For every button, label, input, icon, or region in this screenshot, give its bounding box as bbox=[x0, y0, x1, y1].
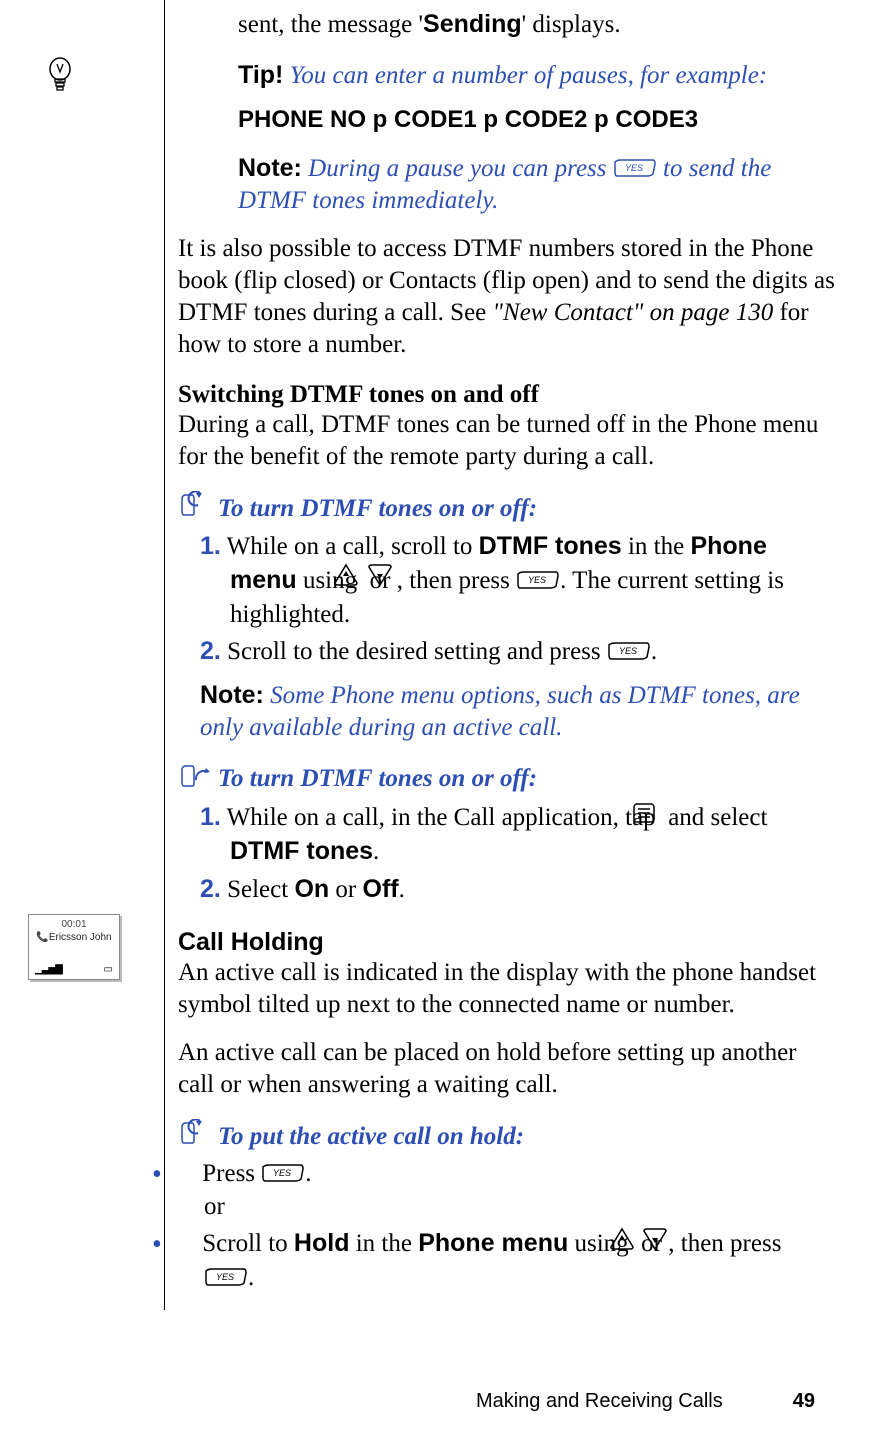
yes-button-icon: YES bbox=[613, 158, 657, 178]
signal-icon: ▁▃▅▇ bbox=[35, 964, 62, 975]
procedure-2-steps: 1. While on a call, in the Call applicat… bbox=[200, 801, 838, 907]
svg-text:YES: YES bbox=[625, 163, 643, 173]
section-call-holding: Call Holding bbox=[178, 928, 838, 957]
lightbulb-icon bbox=[46, 56, 74, 99]
procedure-3-heading: To put the active call on hold: bbox=[178, 1119, 838, 1154]
page-footer: Making and Receiving Calls 49 bbox=[0, 1390, 873, 1413]
paragraph-phonebook: It is also possible to access DTMF numbe… bbox=[178, 233, 838, 361]
svg-text:YES: YES bbox=[619, 646, 637, 656]
svg-text:YES: YES bbox=[273, 1168, 291, 1178]
yes-button-icon: YES bbox=[261, 1163, 305, 1183]
call-holding-p1: An active call is indicated in the displ… bbox=[178, 957, 838, 1021]
battery-icon: ▭ bbox=[104, 964, 113, 975]
call-holding-p2: An active call can be placed on hold bef… bbox=[178, 1037, 838, 1101]
note-1: Note: During a pause you can press YES t… bbox=[238, 152, 838, 217]
flip-closed-icon bbox=[178, 491, 212, 526]
footer-title: Making and Receiving Calls bbox=[476, 1390, 723, 1412]
note-2: Note: Some Phone menu options, such as D… bbox=[200, 679, 838, 744]
flip-closed-icon bbox=[178, 1119, 212, 1154]
subheading-switching: Switching DTMF tones on and off bbox=[178, 381, 838, 409]
yes-button-icon: YES bbox=[607, 641, 651, 661]
intro-line: sent, the message 'Sending' displays. bbox=[238, 8, 838, 41]
tip-block: Tip! You can enter a number of pauses, f… bbox=[238, 59, 838, 92]
main-content: sent, the message 'Sending' displays. Ti… bbox=[178, 8, 838, 1295]
subheading-body: During a call, DTMF tones can be turned … bbox=[178, 409, 838, 473]
proc3-bullet2: • Scroll to Hold in the Phone menu using… bbox=[178, 1227, 838, 1295]
note-label: Note: bbox=[200, 681, 264, 709]
tip-label: Tip! bbox=[238, 61, 283, 89]
proc1-step2: 2. Scroll to the desired setting and pre… bbox=[200, 635, 838, 669]
thumb-caller: 📞Ericsson John bbox=[31, 932, 117, 943]
procedure-1-steps: 1. While on a call, scroll to DTMF tones… bbox=[200, 530, 838, 669]
procedure-2-heading: To turn DTMF tones on or off: bbox=[178, 762, 838, 797]
proc2-step1: 1. While on a call, in the Call applicat… bbox=[200, 801, 838, 869]
phone-display-thumbnail: 00:01 📞Ericsson John ▁▃▅▇ ▭ bbox=[28, 914, 120, 980]
svg-text:YES: YES bbox=[528, 575, 546, 585]
flip-open-icon bbox=[178, 762, 212, 797]
proc3-bullet1: • Press YES.or bbox=[178, 1158, 838, 1223]
yes-button-icon: YES bbox=[204, 1267, 248, 1287]
svg-text:YES: YES bbox=[216, 1272, 234, 1282]
vertical-rule bbox=[164, 0, 165, 1310]
note-label: Note: bbox=[238, 154, 302, 182]
proc1-step1: 1. While on a call, scroll to DTMF tones… bbox=[200, 530, 838, 631]
page: 00:01 📞Ericsson John ▁▃▅▇ ▭ sent, the me… bbox=[0, 0, 873, 1439]
proc2-step2: 2. Select On or Off. bbox=[200, 873, 838, 907]
procedure-3-bullets: • Press YES.or • Scroll to Hold in the P… bbox=[178, 1158, 838, 1295]
code-example: PHONE NO p CODE1 p CODE2 p CODE3 bbox=[238, 106, 838, 134]
procedure-1-heading: To turn DTMF tones on or off: bbox=[178, 491, 838, 526]
thumb-timer: 00:01 bbox=[31, 919, 117, 930]
page-number: 49 bbox=[793, 1390, 815, 1412]
yes-button-icon: YES bbox=[516, 570, 560, 590]
